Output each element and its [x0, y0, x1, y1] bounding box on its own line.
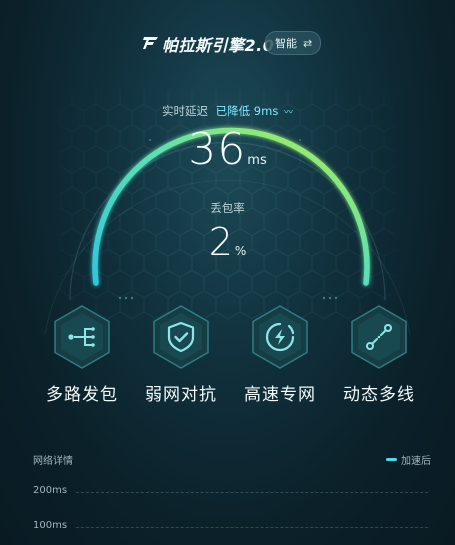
feature-multipath[interactable]: 多路发包 [37, 302, 127, 405]
latency-value: 36 [188, 124, 247, 175]
feature-label: 弱网对抗 [145, 385, 217, 405]
app-title: 帕拉斯引擎2.0 [162, 36, 275, 55]
chart-title: 网络详情 [33, 456, 73, 467]
signal-icon: 〰 [283, 108, 293, 118]
packet-loss-value: 2 [208, 220, 233, 264]
logo-icon [143, 37, 158, 49]
lightning-icon [265, 322, 295, 352]
latency-value-display: 36ms [0, 124, 455, 175]
gridline [76, 527, 428, 528]
feature-high-speed[interactable]: 高速专网 [235, 302, 325, 405]
feature-label: 多路发包 [46, 385, 118, 405]
feature-weak-network[interactable]: 弱网对抗 [136, 302, 226, 405]
feature-label: 动态多线 [343, 385, 415, 405]
packet-loss-unit: % [234, 244, 247, 258]
swap-icon: ⇄ [303, 36, 313, 50]
y-tick-label: 200ms [33, 485, 68, 496]
latency-unit: ms [247, 153, 267, 168]
gridline [76, 492, 428, 493]
app-header: 帕拉斯引擎2.0 智能 ⇄ [0, 26, 455, 60]
multipath-icon [68, 327, 95, 347]
y-tick-label: 100ms [33, 520, 68, 531]
latency-reduction: 已降低 9ms [215, 104, 279, 118]
shield-check-icon [167, 321, 195, 353]
feature-dynamic-route[interactable]: 动态多线 [334, 302, 424, 405]
feature-label: 高速专网 [244, 385, 316, 405]
legend-swatch [386, 458, 397, 461]
packet-loss-display: 2% [0, 220, 455, 264]
latency-label: 实时延迟 [162, 104, 208, 118]
dynamic-route-icon [366, 324, 392, 350]
packet-loss-label: 丢包率 [210, 201, 245, 215]
chart-legend: 加速后 [386, 452, 431, 467]
mode-toggle-button[interactable]: 智能 ⇄ [265, 31, 322, 55]
legend-label: 加速后 [401, 456, 431, 467]
mode-label: 智能 [275, 37, 297, 50]
latency-row: 实时延迟 已降低 9ms 〰 [0, 103, 455, 119]
feature-list: 多路发包 弱网对抗 高速专网 动态多线 [0, 302, 455, 412]
